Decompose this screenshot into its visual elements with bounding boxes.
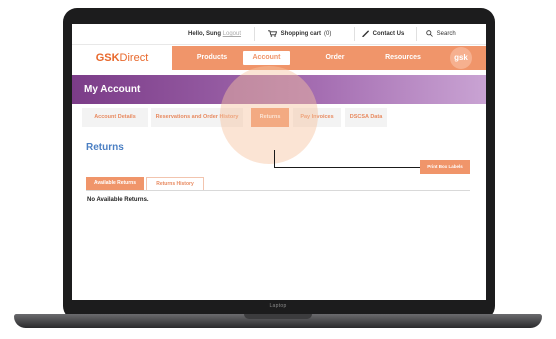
logout-link[interactable]: Logout	[223, 31, 241, 37]
utility-bar: Hello, Sung Logout Shopping cart (0) Cont…	[72, 24, 486, 45]
empty-state-message: No Available Returns.	[87, 197, 149, 203]
tab-account-details[interactable]: Account Details	[82, 108, 148, 127]
shopping-cart-link[interactable]: Shopping cart (0)	[268, 24, 331, 44]
nav-resources[interactable]: Resources	[374, 46, 432, 70]
laptop-screen: Hello, Sung Logout Shopping cart (0) Cont…	[72, 24, 486, 300]
gskdirect-logo[interactable]: GSKDirect	[72, 46, 172, 70]
laptop-notch	[244, 314, 312, 319]
search-icon	[426, 30, 433, 37]
contact-label: Contact Us	[372, 31, 405, 37]
search-label: Search	[436, 31, 456, 37]
greeting-text: Hello, Sung	[188, 31, 221, 37]
logo-bold: GSK	[95, 52, 120, 64]
cart-label: Shopping cart	[280, 31, 322, 37]
gsk-badge-logo: gsk	[450, 47, 472, 69]
divider	[416, 27, 417, 41]
cart-count: (0)	[324, 31, 332, 37]
callout-line	[274, 167, 420, 168]
returns-heading: Returns	[86, 142, 124, 153]
divider	[254, 27, 255, 41]
phone-icon	[362, 30, 369, 38]
tab-dscsa-data[interactable]: DSCSA Data	[345, 108, 387, 127]
laptop-label: Laptop	[269, 303, 287, 309]
contact-us-link[interactable]: Contact Us	[362, 24, 404, 44]
nav-order[interactable]: Order	[312, 46, 358, 70]
cart-icon	[268, 30, 278, 37]
search-link[interactable]: Search	[426, 24, 456, 44]
print-box-labels-button[interactable]: Print Box Labels	[420, 160, 470, 174]
tab-divider	[86, 190, 470, 191]
tab-returns-history[interactable]: Returns History	[146, 177, 204, 190]
spotlight-highlight	[220, 66, 318, 164]
nav-products[interactable]: Products	[180, 46, 244, 70]
page-title: My Account	[84, 84, 141, 95]
greeting: Hello, Sung Logout	[188, 24, 241, 44]
nav-account[interactable]: Account	[243, 51, 290, 65]
divider	[354, 27, 355, 41]
logo-rest: Direct	[119, 52, 149, 64]
tab-available-returns[interactable]: Available Returns	[86, 177, 144, 190]
callout-line	[274, 150, 275, 167]
